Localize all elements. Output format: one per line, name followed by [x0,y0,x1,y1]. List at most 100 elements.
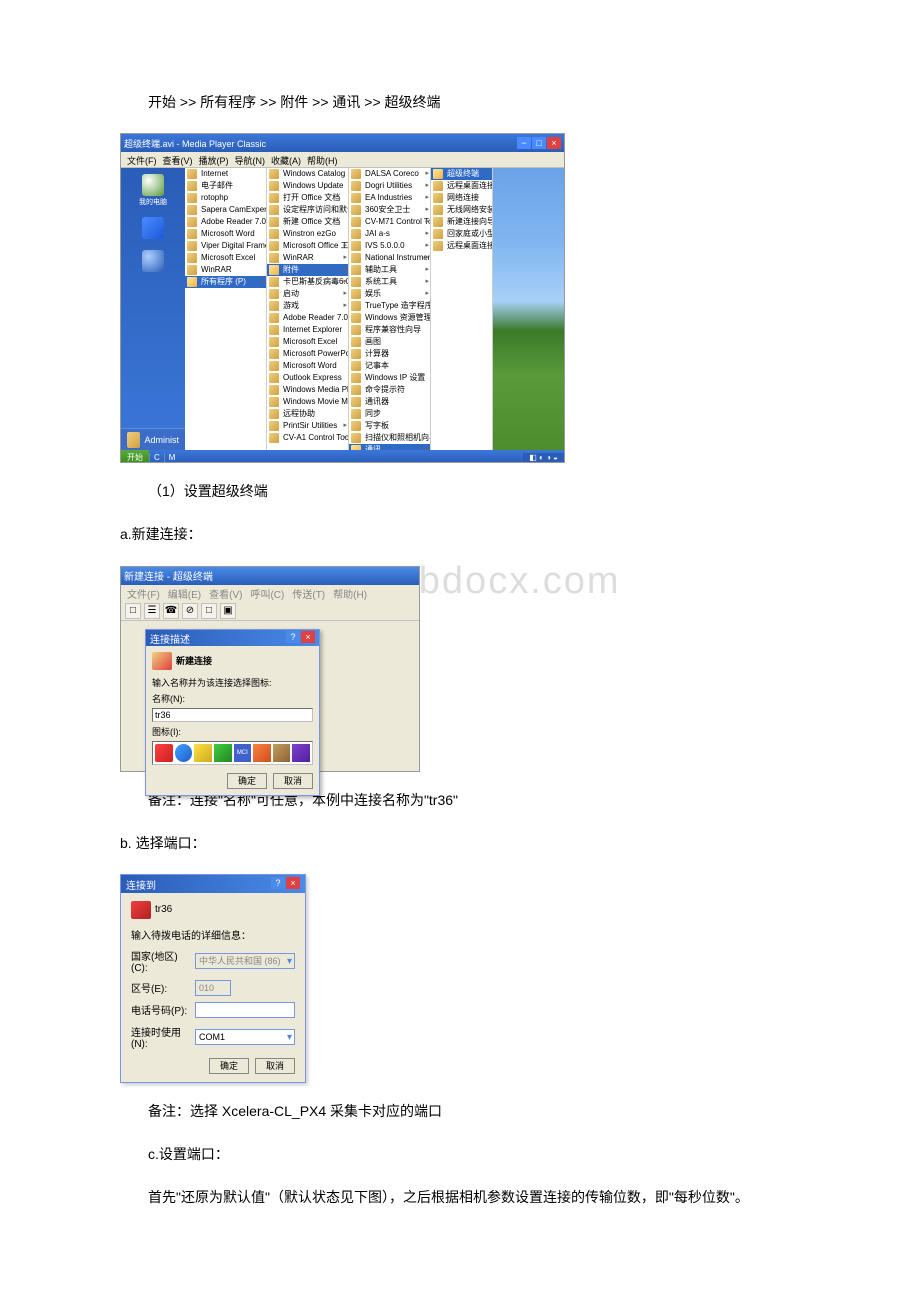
list-item[interactable]: 无线网络安装向导 [431,204,492,216]
list-item[interactable]: 记事本 [349,360,430,372]
list-item[interactable]: 画图 [349,336,430,348]
menu-file[interactable]: 文件(F) [127,154,157,165]
ok-button[interactable]: 确定 [209,1058,249,1074]
menu-view[interactable]: 查看(V) [209,586,242,600]
pinned-item[interactable]: WinRAR [185,264,266,276]
menu-transfer[interactable]: 传送(T) [292,586,325,600]
picker-icon[interactable] [194,744,212,762]
list-item[interactable]: 扫描仪和照相机向导 [349,432,430,444]
menu-help[interactable]: 帮助(H) [307,154,338,165]
list-item[interactable]: Windows Catalog [267,168,348,180]
help-icon[interactable]: ? [271,877,285,889]
list-item[interactable]: 远程桌面连接 [431,180,492,192]
list-item[interactable]: 远程桌面连接 [431,240,492,252]
call-icon[interactable]: ☎ [163,603,179,619]
list-item[interactable]: CV-M71 Control Tool [349,216,430,228]
pinned-item[interactable]: rotophp [185,192,266,204]
list-item[interactable]: CV-A1 Control Tool [267,432,348,444]
pinned-item[interactable]: Viper Digital Frame Grabber Board [185,240,266,252]
new-icon[interactable]: □ [125,603,141,619]
list-item[interactable]: Internet Explorer [267,324,348,336]
list-item[interactable]: Windows 资源管理器 [349,312,430,324]
list-item[interactable]: 游戏 [267,300,348,312]
close-icon[interactable]: × [301,631,315,643]
picker-icon[interactable] [155,744,173,762]
pinned-item[interactable]: 电子邮件 [185,180,266,192]
hyperterminal-item[interactable]: 超级终端 [431,168,492,180]
accessories-item[interactable]: 附件 [267,264,348,276]
close-icon[interactable]: × [547,137,561,149]
list-item[interactable]: 回家庭或小型办公网络 [431,228,492,240]
list-item[interactable]: Windows Movie Maker [267,396,348,408]
disconnect-icon[interactable]: ⊘ [182,603,198,619]
menu-nav[interactable]: 导航(N) [235,154,266,165]
list-item[interactable]: 新建连接向导 [431,216,492,228]
minimize-icon[interactable]: − [517,137,531,149]
picker-icon[interactable] [292,744,310,762]
list-item[interactable]: DALSA Coreco [349,168,430,180]
list-item[interactable]: 新建 Office 文档 [267,216,348,228]
icon-picker[interactable]: MCI [152,741,313,765]
list-item[interactable]: Microsoft Office 工具 [267,240,348,252]
list-item[interactable]: 写字板 [349,420,430,432]
menu-view[interactable]: 查看(V) [163,154,193,165]
close-icon[interactable]: × [286,877,300,889]
country-select[interactable]: 中华人民共和国 (86) [195,953,295,969]
pinned-item[interactable]: Microsoft Excel [185,252,266,264]
menu-play[interactable]: 播放(P) [199,154,229,165]
maximize-icon[interactable]: □ [532,137,546,149]
list-item[interactable]: 辅助工具 [349,264,430,276]
picker-icon[interactable]: MCI [234,744,252,762]
desktop-icon-mycomputer[interactable]: 我的电脑 [139,174,167,207]
pinned-item[interactable]: Sapera CamExpert [185,204,266,216]
ok-button[interactable]: 确定 [227,773,267,789]
list-item[interactable]: Microsoft PowerPoint [267,348,348,360]
list-item[interactable]: Windows Update [267,180,348,192]
list-item[interactable]: Windows Media Player [267,384,348,396]
port-select[interactable]: COM1 [195,1029,295,1045]
list-item[interactable]: 网络连接 [431,192,492,204]
picker-icon[interactable] [253,744,271,762]
menu-help[interactable]: 帮助(H) [333,586,367,600]
list-item[interactable]: IVS 5.0.0.0 [349,240,430,252]
phone-input[interactable] [195,1002,295,1018]
pinned-item[interactable]: Internet [185,168,266,180]
list-item[interactable]: 通讯器 [349,396,430,408]
menu-call[interactable]: 呼叫(C) [250,586,284,600]
send-icon[interactable]: □ [201,603,217,619]
list-item[interactable]: 命令提示符 [349,384,430,396]
open-icon[interactable]: ☰ [144,603,160,619]
list-item[interactable]: 启动 [267,288,348,300]
list-item[interactable]: 卡巴斯基反病毒6.0 [267,276,348,288]
connection-name-input[interactable] [152,708,313,722]
desktop-icon-recycle[interactable] [142,250,164,273]
start-button[interactable]: 开始 [121,450,149,463]
list-item[interactable]: Outlook Express [267,372,348,384]
list-item[interactable]: Windows IP 设置 [349,372,430,384]
menu-edit[interactable]: 编辑(E) [168,586,201,600]
picker-icon[interactable] [214,744,232,762]
menu-fav[interactable]: 收藏(A) [271,154,301,165]
list-item[interactable]: 计算器 [349,348,430,360]
list-item[interactable]: National Instruments [349,252,430,264]
list-item[interactable]: 娱乐 [349,288,430,300]
list-item[interactable]: 同步 [349,408,430,420]
desktop-icon-network[interactable] [142,217,164,240]
list-item[interactable]: EA Industries [349,192,430,204]
taskbar-item[interactable]: C [149,453,164,462]
pinned-item[interactable]: Microsoft Word [185,228,266,240]
system-tray[interactable]: ◧ ◐ ◑ ◒ [523,453,564,462]
list-item[interactable]: PrintSir Utilities [267,420,348,432]
list-item[interactable]: 打开 Office 文档 [267,192,348,204]
list-item[interactable]: 360安全卫士 [349,204,430,216]
cancel-button[interactable]: 取消 [255,1058,295,1074]
picker-icon[interactable] [175,744,193,762]
list-item[interactable]: 设定程序访问和默认值 [267,204,348,216]
menu-file[interactable]: 文件(F) [127,586,160,600]
all-programs-item[interactable]: 所有程序 (P) [185,276,266,288]
list-item[interactable]: 远程协助 [267,408,348,420]
list-item[interactable]: 系统工具 [349,276,430,288]
list-item[interactable]: Winstron ezGo [267,228,348,240]
list-item[interactable]: Dogri Utilities [349,180,430,192]
properties-icon[interactable]: ▣ [220,603,236,619]
